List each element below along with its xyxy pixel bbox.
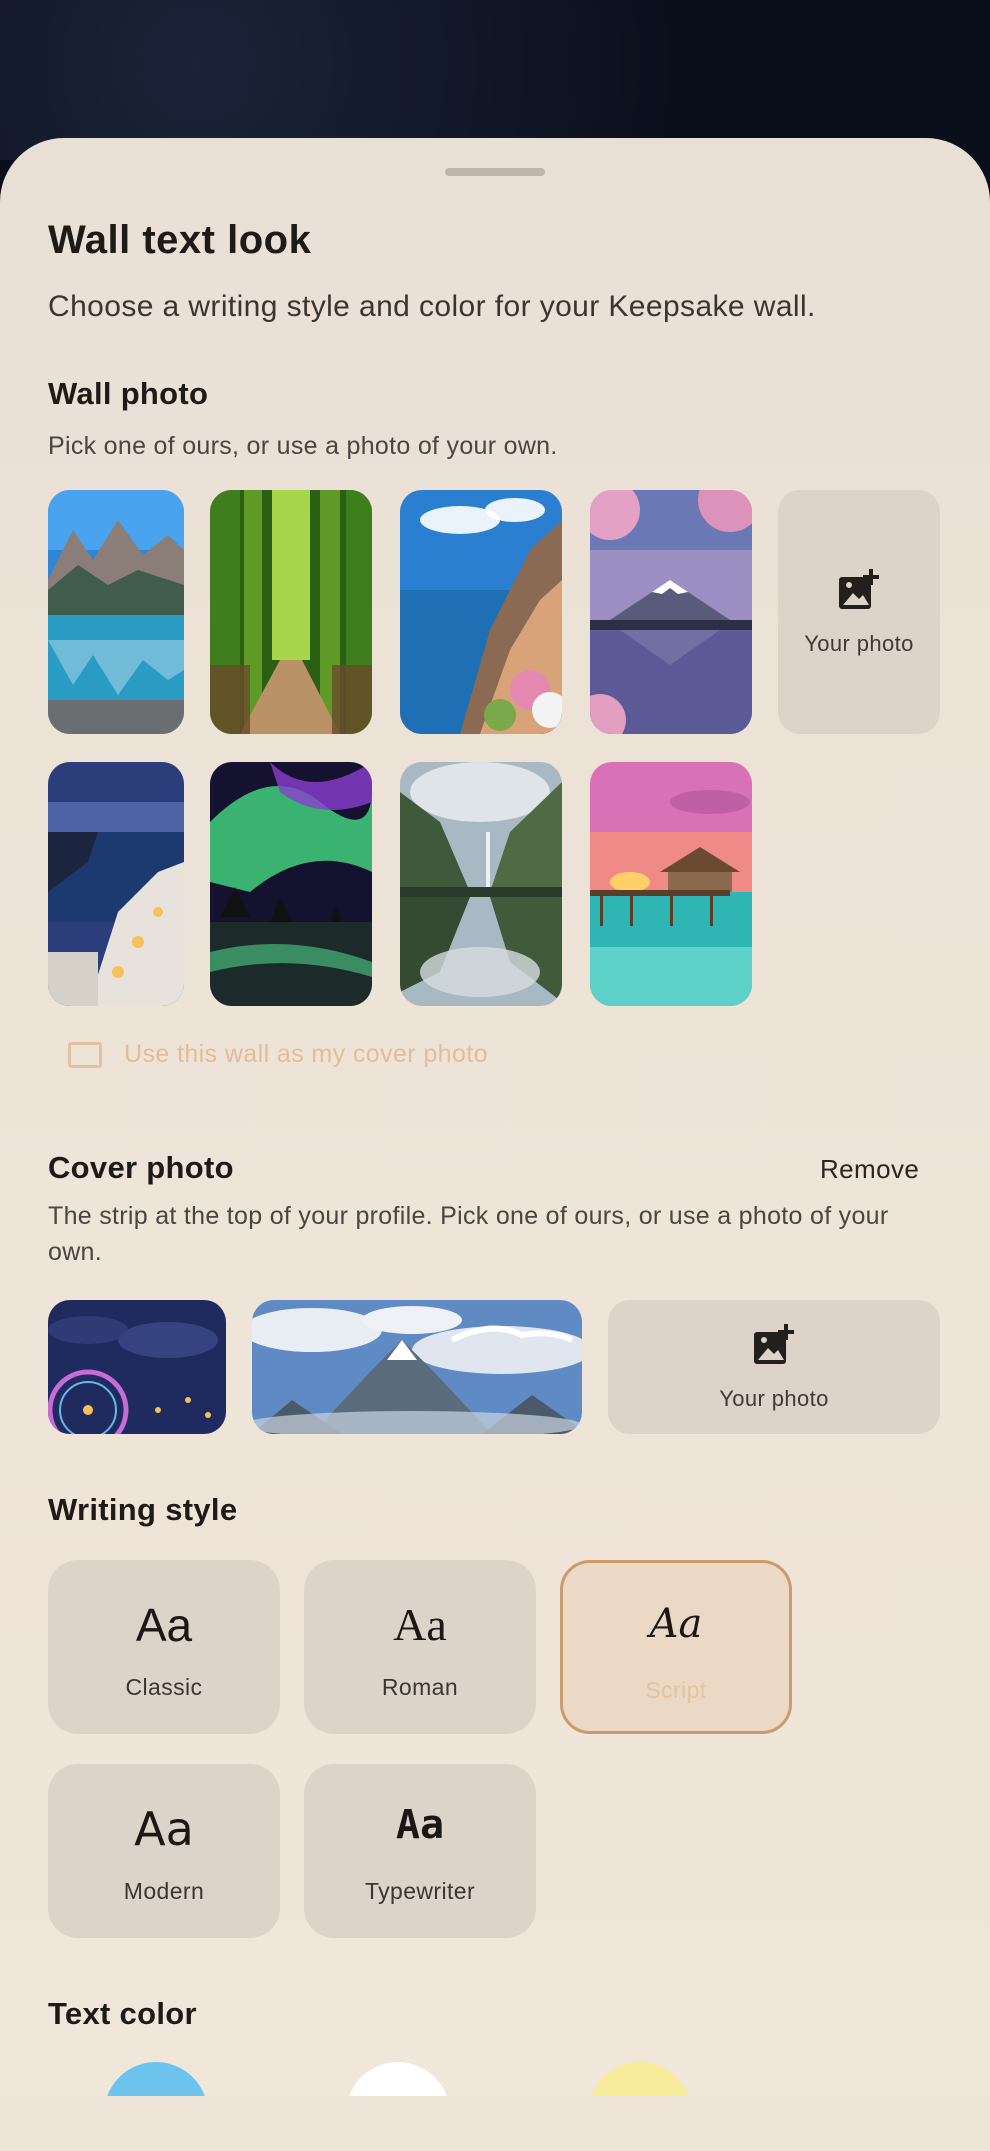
style-option-roman[interactable]: Aa Roman	[304, 1560, 536, 1734]
style-label: Modern	[123, 1878, 205, 1904]
add-photo-icon	[754, 1324, 794, 1364]
writing-style-title: Writing style	[48, 1492, 238, 1527]
wall-thumb-lake-mountains[interactable]	[48, 490, 184, 734]
wall-thumb-bamboo-path[interactable]	[210, 490, 372, 734]
style-sample: Aa	[393, 1599, 447, 1650]
wall-thumb-coastal-village[interactable]	[400, 490, 562, 734]
add-photo-icon	[839, 569, 879, 609]
wall-thumb-cherry-blossom-mountain[interactable]	[590, 490, 752, 734]
sheet-subtitle: Choose a writing style and color for you…	[48, 290, 816, 323]
style-option-modern[interactable]: Aa Modern	[48, 1764, 280, 1938]
sheet-title: Wall text look	[48, 218, 312, 262]
style-label: Classic	[125, 1674, 203, 1700]
cover-your-photo-button[interactable]: Your photo	[608, 1300, 940, 1434]
style-sample: Aa	[135, 1599, 193, 1651]
cover-your-photo-label: Your photo	[719, 1386, 829, 1411]
cover-photo-title: Cover photo	[48, 1150, 234, 1185]
wall-thumb-overwater-bungalow[interactable]	[590, 762, 752, 1006]
use-as-cover-checkbox[interactable]: Use this wall as my cover photo	[68, 1040, 488, 1069]
bottom-sheet: Wall text look Choose a writing style an…	[0, 138, 990, 2151]
checkbox-icon	[68, 1041, 102, 1068]
use-as-cover-label: Use this wall as my cover photo	[124, 1040, 488, 1068]
wall-your-photo-button[interactable]: Your photo	[778, 490, 940, 734]
style-option-typewriter[interactable]: Aa Typewriter	[304, 1764, 536, 1938]
sheet-drag-handle[interactable]	[445, 168, 545, 176]
wall-thumb-cliff-town-night[interactable]	[48, 762, 184, 1006]
wall-thumb-aurora-beach[interactable]	[210, 762, 372, 1006]
style-option-classic[interactable]: Aa Classic	[48, 1560, 280, 1734]
remove-cover-button[interactable]: Remove	[820, 1154, 919, 1185]
background-wallpaper	[0, 0, 990, 160]
style-label: Typewriter	[364, 1878, 476, 1904]
style-option-script[interactable]: Aa Script	[560, 1560, 792, 1734]
style-sample: Aa	[134, 1802, 194, 1856]
style-label: Roman	[381, 1674, 459, 1700]
wall-your-photo-label: Your photo	[804, 631, 914, 656]
text-color-title: Text color	[48, 1996, 197, 2031]
wall-photo-description: Pick one of ours, or use a photo of your…	[48, 432, 558, 460]
cover-thumb-ferris-wheel-night[interactable]	[48, 1300, 226, 1434]
cover-photo-description: The strip at the top of your profile. Pi…	[48, 1202, 889, 1266]
scroll-fade	[0, 2096, 990, 2151]
cover-thumb-dragon-mountain-sky[interactable]	[252, 1300, 582, 1434]
wall-photo-title: Wall photo	[48, 376, 209, 411]
style-sample: Aa	[395, 1802, 445, 1848]
style-label: Script	[645, 1677, 707, 1703]
wall-thumb-fjord-reflection[interactable]	[400, 762, 562, 1006]
style-sample: Aa	[649, 1601, 703, 1647]
